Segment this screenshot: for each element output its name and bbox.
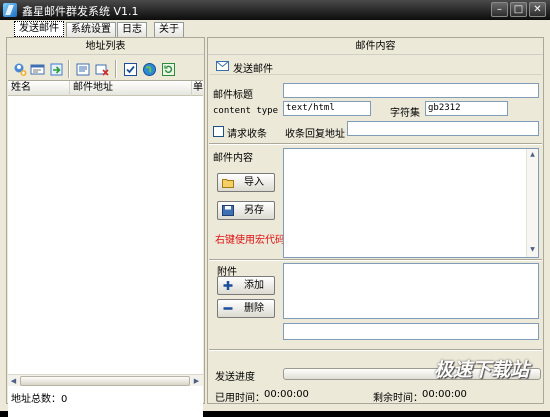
address-list-view[interactable]: 姓名 邮件地址 单 (8, 80, 203, 417)
main-tabs: 发送邮件 系统设置 日志 关于 (0, 20, 550, 37)
delete-icon[interactable] (95, 62, 110, 77)
reply-address-label: 收条回复地址 (285, 129, 345, 140)
divider (209, 349, 542, 351)
column-email[interactable]: 邮件地址 (70, 81, 192, 96)
divider (209, 143, 542, 145)
tab-system-settings[interactable]: 系统设置 (66, 22, 116, 37)
minimize-button[interactable]: – (491, 2, 508, 17)
watermark: 极速下载站 (434, 359, 530, 381)
toolbar-separator (115, 60, 117, 78)
mail-content-panel: 邮件内容 发送邮件 邮件标题 content type text/html 字符… (207, 37, 544, 404)
tab-send-mail[interactable]: 发送邮件 (14, 21, 64, 37)
address-list-header: 姓名 邮件地址 单 (8, 81, 203, 96)
remove-label: 删除 (244, 303, 264, 314)
subject-input[interactable] (283, 83, 539, 98)
column-name[interactable]: 姓名 (8, 81, 70, 96)
add-label: 添加 (244, 280, 264, 291)
mail-body-textarea[interactable]: ▲ ▼ (283, 148, 539, 258)
address-count: 地址总数：0 (11, 394, 68, 405)
receipt-checkbox[interactable] (213, 126, 224, 137)
charset-label: 字符集 (390, 108, 420, 119)
close-button[interactable]: ✕ (529, 2, 546, 17)
mail-content-title: 邮件内容 (208, 38, 543, 55)
remove-attachment-button[interactable]: 删除 (217, 299, 275, 318)
scroll-thumb[interactable] (20, 376, 190, 386)
remaining-time-value: 00:00:00 (422, 389, 467, 400)
tab-about[interactable]: 关于 (154, 22, 184, 37)
import-button[interactable]: 导入 (217, 173, 275, 192)
receipt-label[interactable]: 请求收条 (227, 125, 267, 140)
envelope-icon (216, 61, 229, 71)
address-list-title: 地址列表 (7, 38, 204, 55)
column-extra[interactable]: 单 (192, 81, 203, 96)
body-vertical-scrollbar[interactable]: ▲ ▼ (526, 149, 538, 257)
subject-label: 邮件标题 (213, 90, 253, 101)
scroll-down-icon[interactable]: ▼ (527, 245, 538, 255)
save-as-label: 另存 (244, 205, 264, 216)
window-title: 鑫星邮件群发系统 V1.1 (22, 5, 139, 18)
send-mail-bar: 发送邮件 (209, 58, 542, 75)
scroll-left-icon[interactable]: ◀ (8, 376, 19, 386)
app-window: 鑫星邮件群发系统 V1.1 – □ ✕ 发送邮件 系统设置 日志 关于 地址列表 (0, 0, 550, 417)
maximize-button[interactable]: □ (510, 2, 527, 17)
edit-icon[interactable] (76, 62, 91, 77)
plus-icon (223, 281, 233, 290)
content-type-input[interactable]: text/html (283, 101, 371, 116)
import-label: 导入 (244, 177, 264, 188)
horizontal-scrollbar[interactable]: ◀ ▶ (8, 374, 203, 386)
save-as-button[interactable]: 另存 (217, 201, 275, 220)
globe-icon[interactable] (142, 62, 157, 77)
reply-address-input[interactable] (347, 121, 539, 136)
elapsed-time-value: 00:00:00 (264, 389, 309, 400)
content-type-label: content type (213, 106, 279, 116)
attachment-list[interactable] (283, 263, 539, 319)
floppy-icon (222, 205, 234, 216)
import-icon[interactable] (49, 62, 64, 77)
address-list-panel: 地址列表 姓名 邮件地址 单 ◀ ▶ 地址总数：0 (6, 37, 205, 417)
charset-input[interactable]: gb2312 (425, 101, 508, 116)
attachment-path-input[interactable] (283, 323, 539, 340)
title-bar[interactable]: 鑫星邮件群发系统 V1.1 – □ ✕ (0, 0, 550, 20)
macro-hint: 右键使用宏代码 (215, 235, 285, 246)
folder-icon (222, 179, 234, 188)
elapsed-time-label: 已用时间： (215, 393, 265, 404)
progress-label: 发送进度 (215, 372, 255, 383)
scroll-up-icon[interactable]: ▲ (527, 150, 538, 160)
add-contact-icon[interactable] (12, 62, 27, 77)
check-icon[interactable] (123, 62, 138, 77)
minus-icon (223, 307, 233, 310)
add-attachment-button[interactable]: 添加 (217, 276, 275, 295)
content-label: 邮件内容 (213, 153, 253, 164)
scroll-right-icon[interactable]: ▶ (191, 376, 202, 386)
toolbar-separator (68, 60, 70, 78)
card-icon[interactable] (30, 62, 45, 77)
tab-log[interactable]: 日志 (117, 22, 147, 37)
app-logo-icon (3, 3, 17, 17)
refresh-icon[interactable] (161, 62, 176, 77)
remaining-time-label: 剩余时间： (373, 393, 423, 404)
send-mail-label[interactable]: 发送邮件 (233, 60, 273, 75)
divider (209, 259, 542, 261)
